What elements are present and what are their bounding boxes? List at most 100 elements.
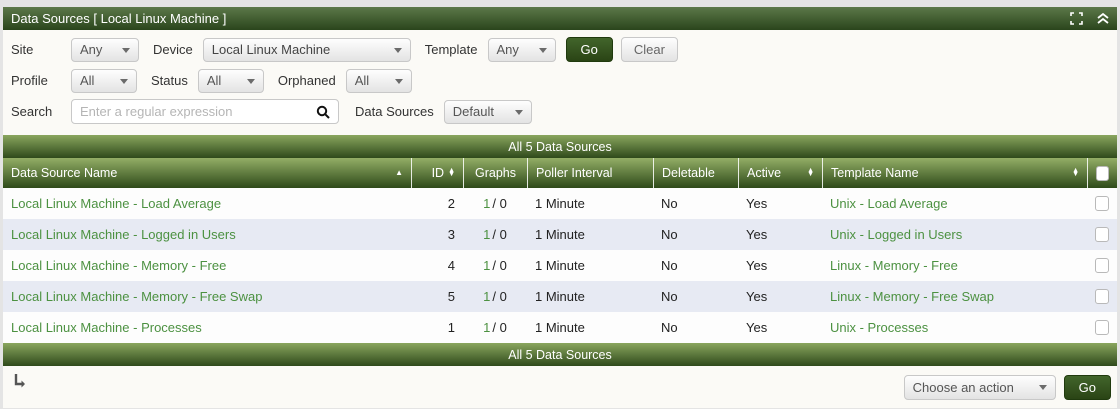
filter-panel: Site Any Device Local Linux Machine Temp… [3, 30, 1117, 135]
device-select[interactable]: Local Linux Machine [202, 37, 411, 62]
orphaned-label: Orphaned [277, 73, 336, 88]
poller-interval-cell: 1 Minute [535, 258, 585, 273]
graphs-count-link[interactable]: 1 [483, 258, 490, 273]
choose-action-select[interactable]: Choose an action [903, 374, 1056, 400]
search-icon[interactable] [316, 105, 330, 119]
row-checkbox[interactable] [1095, 196, 1109, 211]
active-cell: Yes [746, 289, 768, 304]
column-header-id[interactable]: ID ▲ ▼ [411, 158, 463, 188]
column-header-poller-interval[interactable]: Poller Interval [527, 158, 653, 188]
collapse-up-icon[interactable] [1097, 12, 1109, 25]
deletable-cell: No [661, 289, 678, 304]
status-label: Status [151, 73, 188, 88]
column-header-deletable[interactable]: Deletable [653, 158, 738, 188]
profile-select[interactable]: All [71, 68, 137, 93]
data-source-link[interactable]: Local Linux Machine - Logged in Users [11, 227, 236, 242]
template-link[interactable]: Linux - Memory - Free Swap [830, 289, 994, 304]
poller-interval-cell: 1 Minute [535, 320, 585, 335]
filter-row-3: Search Data Sources Default [11, 96, 1109, 127]
data-source-link[interactable]: Local Linux Machine - Processes [11, 320, 202, 335]
template-link[interactable]: Linux - Memory - Free [830, 258, 958, 273]
id-cell: 1 [447, 320, 455, 335]
data-source-link[interactable]: Local Linux Machine - Memory - Free [11, 258, 226, 273]
search-box [71, 99, 339, 124]
page-title: Data Sources [ Local Linux Machine ] [11, 11, 227, 26]
search-input[interactable] [80, 104, 316, 119]
poller-interval-cell: 1 Minute [535, 196, 585, 211]
action-go-button[interactable]: Go [1063, 374, 1111, 400]
graphs-count-link[interactable]: 1 [483, 320, 490, 335]
chevron-down-icon [122, 47, 130, 53]
profile-label: Profile [11, 73, 48, 88]
column-header-template-name[interactable]: Template Name ▲ ▼ [822, 158, 1087, 188]
graphs-count-link[interactable]: 1 [483, 196, 490, 211]
column-header-graphs[interactable]: Graphs [463, 158, 527, 188]
data-source-link[interactable]: Local Linux Machine - Memory - Free Swap [11, 289, 262, 304]
datasources-label: Data Sources [355, 104, 434, 119]
table-header: Data Source Name ▲ ID ▲ ▼ Graphs Poller I… [3, 158, 1117, 188]
chevron-down-icon [514, 109, 523, 115]
chevron-down-icon [538, 47, 547, 53]
id-cell: 4 [447, 258, 455, 273]
graphs-cell: 1/ 0 [483, 258, 507, 273]
graphs-cell: 1/ 0 [483, 227, 507, 242]
chevron-down-icon [246, 78, 255, 84]
graphs-cell: 1/ 0 [483, 320, 507, 335]
fullscreen-icon[interactable] [1070, 12, 1083, 25]
row-checkbox[interactable] [1095, 320, 1109, 335]
data-source-link[interactable]: Local Linux Machine - Load Average [11, 196, 221, 211]
id-cell: 2 [447, 196, 455, 211]
active-cell: Yes [746, 196, 768, 211]
data-sources-panel: Data Sources [ Local Linux Machine ] Sit… [3, 7, 1117, 408]
graphs-cell: 1/ 0 [483, 196, 507, 211]
chevron-down-icon [120, 78, 128, 84]
row-checkbox[interactable] [1095, 227, 1109, 242]
graphs-count-link[interactable]: 1 [483, 227, 490, 242]
results-banner-bottom: All 5 Data Sources [3, 343, 1117, 366]
template-select[interactable]: Any [487, 37, 556, 62]
deletable-cell: No [661, 258, 678, 273]
orphaned-select[interactable]: All [345, 68, 412, 93]
poller-interval-cell: 1 Minute [535, 227, 585, 242]
results-banner-top: All 5 Data Sources [3, 135, 1117, 158]
row-checkbox[interactable] [1095, 289, 1109, 304]
filter-row-2: Profile All Status All Orphaned All [11, 65, 1109, 96]
template-link[interactable]: Unix - Processes [830, 320, 928, 335]
filter-clear-button[interactable]: Clear [620, 37, 678, 62]
column-header-active[interactable]: Active ▲ ▼ [738, 158, 822, 188]
deletable-cell: No [661, 227, 678, 242]
table-row: Local Linux Machine - Memory - Free Swap… [3, 281, 1117, 312]
table-row: Local Linux Machine - Memory - Free 4 1/… [3, 250, 1117, 281]
select-all-checkbox-cell [1087, 158, 1117, 188]
row-checkbox[interactable] [1095, 258, 1109, 273]
filter-row-1: Site Any Device Local Linux Machine Temp… [11, 34, 1109, 65]
active-cell: Yes [746, 227, 768, 242]
site-select[interactable]: Any [71, 37, 139, 62]
graphs-cell: 1/ 0 [483, 289, 507, 304]
selection-arrow-icon [13, 373, 29, 392]
filter-go-button[interactable]: Go [565, 37, 613, 62]
graphs-count-link[interactable]: 1 [483, 289, 490, 304]
sort-both-icon: ▲ ▼ [1072, 167, 1079, 178]
template-label: Template [424, 42, 478, 57]
table-row: Local Linux Machine - Logged in Users 3 … [3, 219, 1117, 250]
sort-both-icon: ▲ ▼ [807, 167, 814, 178]
table-row: Local Linux Machine - Processes 1 1/ 0 1… [3, 312, 1117, 343]
status-select[interactable]: All [197, 68, 264, 93]
template-link[interactable]: Unix - Load Average [830, 196, 948, 211]
template-link[interactable]: Unix - Logged in Users [830, 227, 962, 242]
active-cell: Yes [746, 258, 768, 273]
table-body: Local Linux Machine - Load Average 2 1/ … [3, 188, 1117, 343]
id-cell: 3 [447, 227, 455, 242]
title-bar: Data Sources [ Local Linux Machine ] [3, 7, 1117, 30]
select-all-checkbox[interactable] [1096, 165, 1109, 181]
id-cell: 5 [447, 289, 455, 304]
deletable-cell: No [661, 320, 678, 335]
column-header-name[interactable]: Data Source Name ▲ [3, 158, 411, 188]
chevron-down-icon [1038, 385, 1047, 390]
site-label: Site [11, 42, 34, 57]
deletable-cell: No [661, 196, 678, 211]
datasources-select[interactable]: Default [443, 99, 532, 124]
search-label: Search [11, 104, 53, 119]
sort-asc-icon: ▲ [395, 168, 403, 177]
